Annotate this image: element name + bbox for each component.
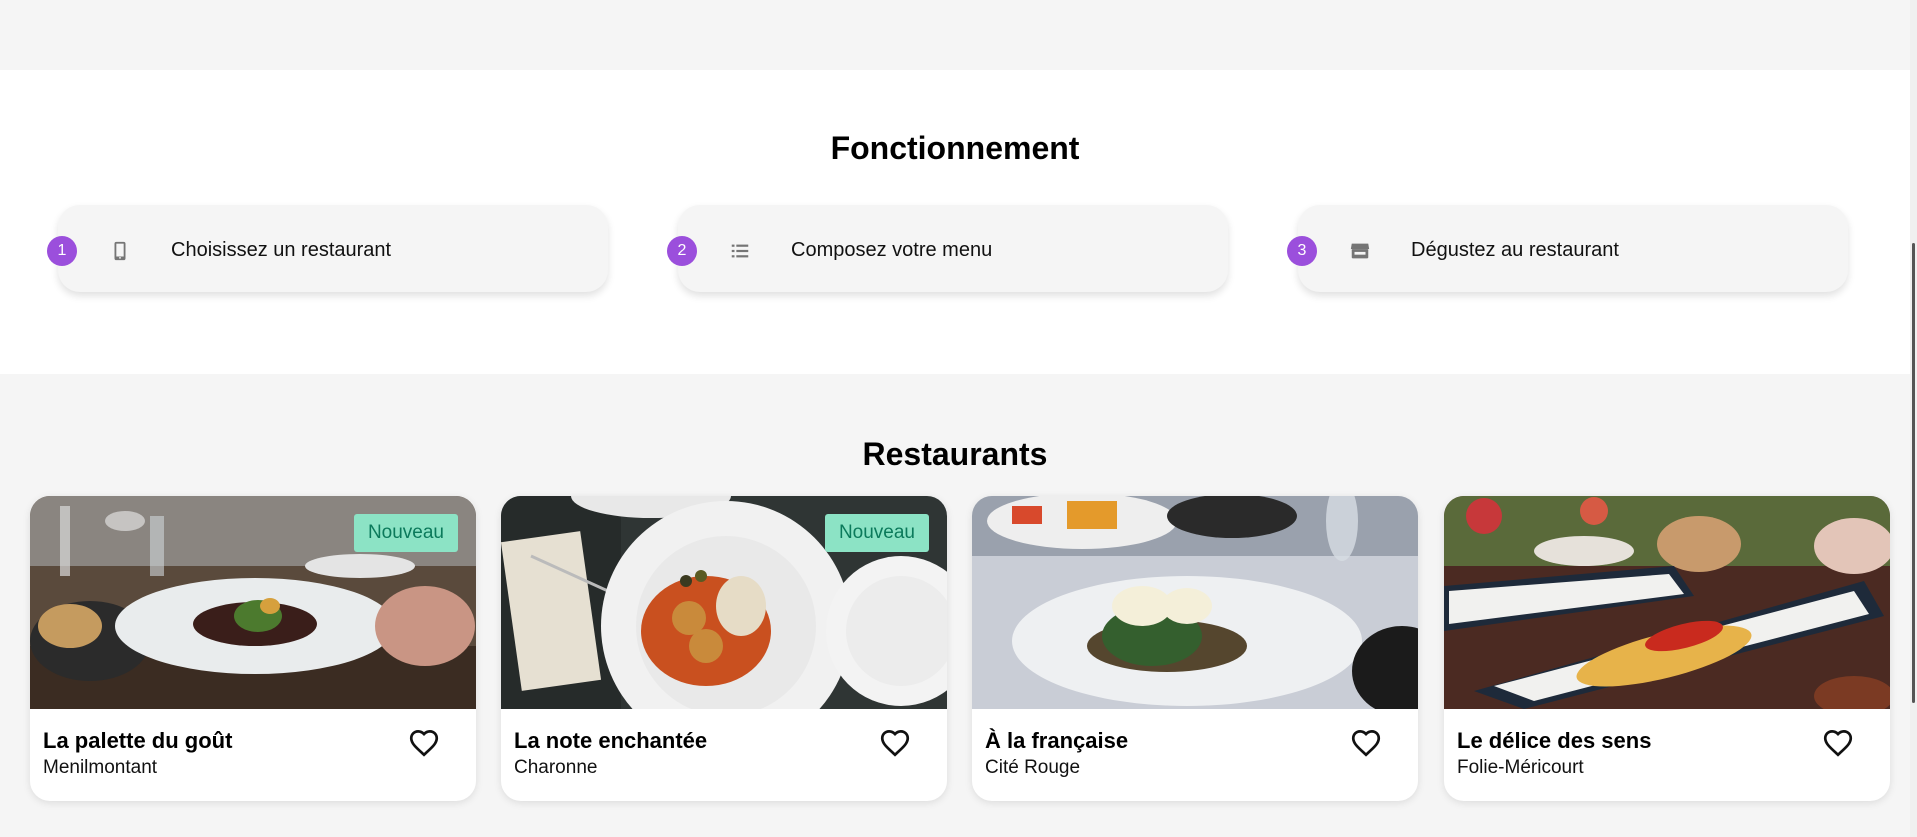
step-label: Choisissez un restaurant (171, 239, 392, 261)
restaurant-name: La palette du goût (43, 728, 233, 753)
how-it-works-title: Fonctionnement (830, 130, 1080, 166)
restaurant-area: Menilmontant (43, 757, 158, 778)
new-badge: Nouveau (353, 514, 458, 552)
restaurant-photo (1444, 496, 1890, 709)
list-icon (731, 244, 749, 258)
heart-outline-icon[interactable] (1348, 724, 1384, 760)
top-band (0, 0, 1910, 70)
restaurants-title: Restaurants (862, 436, 1048, 472)
restaurant-photo (972, 496, 1418, 709)
vertical-scrollbar[interactable] (1910, 0, 1917, 837)
restaurant-area: Charonne (514, 757, 598, 778)
restaurant-card[interactable]: Le délice des sens Folie-Méricourt (1444, 496, 1890, 801)
smartphone-icon (114, 241, 126, 261)
step-card-3: 3 Dégustez au restaurant (1287, 205, 1848, 292)
step-card-2: 2 Composez votre menu (667, 205, 1228, 292)
heart-outline-icon[interactable] (877, 724, 913, 760)
how-it-works-section: Fonctionnement 1 Choisissez un restauran… (0, 70, 1910, 374)
step-number-badge: 3 (1287, 236, 1317, 266)
step-number-badge: 2 (667, 236, 697, 266)
restaurant-card[interactable]: Nouveau La note enchantée Charonne (501, 496, 947, 801)
step-label: Dégustez au restaurant (1411, 239, 1619, 261)
restaurant-name: À la française (985, 728, 1129, 753)
new-badge: Nouveau (824, 514, 929, 552)
step-label: Composez votre menu (791, 239, 993, 261)
heart-outline-icon[interactable] (406, 724, 442, 760)
heart-outline-icon[interactable] (1820, 724, 1856, 760)
restaurant-area: Folie-Méricourt (1457, 757, 1584, 778)
restaurants-section: Restaurants Nouveau La palette du goût M… (0, 374, 1910, 837)
restaurant-card[interactable]: Nouveau La palette du goût Menilmontant (30, 496, 476, 801)
restaurant-area: Cité Rouge (985, 757, 1081, 778)
restaurant-card[interactable]: À la française Cité Rouge (972, 496, 1418, 801)
restaurant-name: La note enchantée (514, 728, 708, 753)
store-icon (1350, 243, 1370, 259)
step-card-1: 1 Choisissez un restaurant (47, 205, 608, 292)
restaurant-name: Le délice des sens (1457, 728, 1652, 753)
scrollbar-thumb[interactable] (1912, 243, 1915, 703)
step-number-badge: 1 (47, 236, 77, 266)
